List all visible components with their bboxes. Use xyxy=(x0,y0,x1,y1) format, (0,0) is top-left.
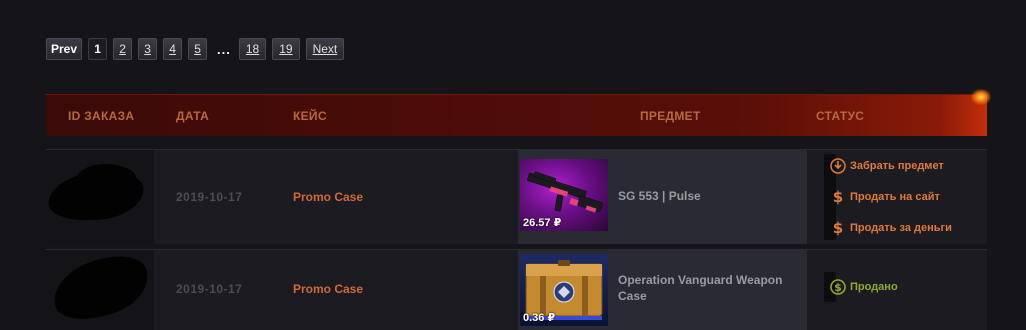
table-row: 2019-10-17 Promo Case 26.57 ₽ SG 553 | P… xyxy=(46,149,987,244)
page-button-4[interactable]: 4 xyxy=(163,38,183,60)
take-item-label: Забрать предмет xyxy=(850,160,944,172)
take-item-button[interactable]: Забрать предмет xyxy=(830,158,944,174)
page-button-5[interactable]: 5 xyxy=(188,38,208,60)
page-button-2[interactable]: 2 xyxy=(113,38,133,60)
header-status: СТАТУС xyxy=(816,109,865,123)
page-button-3[interactable]: 3 xyxy=(138,38,158,60)
header-order-id: ID ЗАКАЗА xyxy=(68,109,135,123)
status-cell: Забрать предмет $ Продать на сайт $ Прод… xyxy=(816,150,987,244)
sell-money-button[interactable]: $ Продать за деньги xyxy=(830,220,952,236)
dollar-circle-icon: $ xyxy=(830,279,846,295)
svg-text:$: $ xyxy=(833,220,843,236)
pagination: Prev 1 2 3 4 5 ... 18 19 Next xyxy=(46,38,350,60)
item-image-sg553: 26.57 ₽ xyxy=(520,159,608,231)
download-arrow-icon xyxy=(830,158,846,174)
item-price: 0.36 ₽ xyxy=(523,312,556,324)
dollar-icon: $ xyxy=(830,189,846,205)
svg-text:$: $ xyxy=(834,281,842,294)
item-price: 26.57 ₽ xyxy=(523,217,562,229)
sell-money-label: Продать за деньги xyxy=(850,222,952,234)
order-id-redacted xyxy=(46,150,154,244)
pagination-ellipsis: ... xyxy=(217,41,231,57)
item-card: 26.57 ₽ SG 553 | Pulse xyxy=(518,150,807,244)
next-page-button[interactable]: Next xyxy=(305,38,345,60)
header-case: КЕЙС xyxy=(293,109,327,123)
header-item: ПРЕДМЕТ xyxy=(640,109,701,123)
sell-site-label: Продать на сайт xyxy=(850,191,940,203)
item-name: SG 553 | Pulse xyxy=(618,189,701,203)
item-name: Operation Vanguard Weapon Case xyxy=(618,273,783,303)
sold-label: Продано xyxy=(850,281,898,293)
table-row: 2019-10-17 Promo Case 0.36 ₽ Operation V… xyxy=(46,249,987,330)
case-link[interactable]: Promo Case xyxy=(293,190,363,204)
header-date: ДАТА xyxy=(176,109,210,123)
order-id-redacted xyxy=(46,250,154,330)
sold-status: $ Продано xyxy=(830,279,898,295)
page-button-1[interactable]: 1 xyxy=(88,38,108,60)
svg-text:$: $ xyxy=(833,189,843,205)
page-button-19[interactable]: 19 xyxy=(272,38,300,60)
status-cell: $ Продано xyxy=(816,250,987,330)
prev-page-button[interactable]: Prev xyxy=(46,38,83,60)
sell-site-button[interactable]: $ Продать на сайт xyxy=(830,189,940,205)
table-header: ID ЗАКАЗА ДАТА КЕЙС ПРЕДМЕТ СТАТУС xyxy=(46,89,991,136)
case-link[interactable]: Promo Case xyxy=(293,282,363,296)
page-button-18[interactable]: 18 xyxy=(238,38,267,60)
dollar-icon: $ xyxy=(830,220,846,236)
item-card: 0.36 ₽ Operation Vanguard Weapon Case xyxy=(518,250,807,330)
item-image-vanguard-case: 0.36 ₽ xyxy=(520,254,608,326)
order-date: 2019-10-17 xyxy=(176,190,243,204)
order-date: 2019-10-17 xyxy=(176,282,243,296)
